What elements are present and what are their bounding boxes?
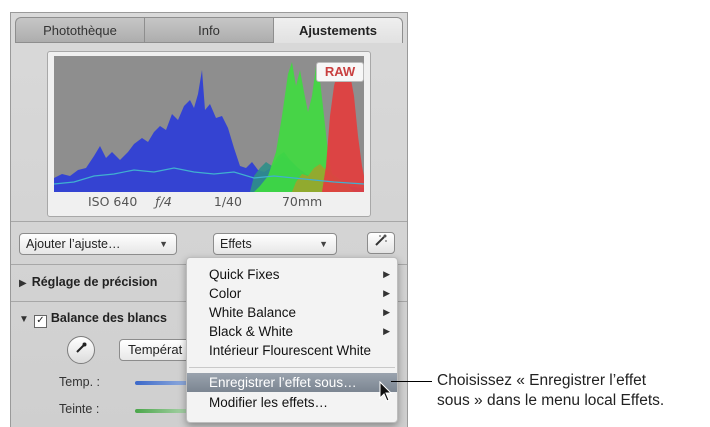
histogram-panel: RAW ISO 640 ƒ/4 1/40 70mm (47, 51, 371, 217)
tab-library[interactable]: Photothèque (15, 17, 144, 43)
menu-item-label: Modifier les effets… (209, 395, 329, 410)
histogram: RAW (54, 56, 364, 192)
menu-item-black-white[interactable]: Black & White ▶ (187, 322, 397, 341)
white-balance-checkbox[interactable]: ✓ (33, 315, 47, 328)
eyedropper-icon (74, 341, 88, 356)
submenu-arrow-icon: ▶ (383, 269, 390, 279)
menu-item-label: Quick Fixes (209, 267, 280, 282)
callout-line (391, 381, 432, 382)
disclosure-down-icon: ▼ (19, 314, 29, 325)
inspector-tabs: Photothèque Info Ajustements (15, 17, 403, 43)
section-white-balance[interactable]: ▼ ✓ Balance des blancs (19, 311, 167, 328)
section-white-balance-label: Balance des blancs (50, 311, 167, 325)
menu-item-label: Intérieur Flourescent White (209, 343, 372, 358)
effects-label: Effets (220, 237, 252, 251)
histogram-red-channel (322, 66, 364, 192)
section-fine-tuning-label: Réglage de précision (31, 275, 158, 289)
divider (11, 221, 407, 222)
menu-item-interior-fluorescent-white[interactable]: Intérieur Flourescent White (187, 341, 397, 360)
menu-item-label: White Balance (209, 305, 297, 320)
effects-popup[interactable]: Effets ▼ (213, 233, 337, 255)
tab-adjustments[interactable]: Ajustements (273, 17, 403, 43)
chevron-down-icon: ▼ (159, 239, 168, 249)
exif-iso: ISO 640 (88, 194, 138, 209)
submenu-arrow-icon: ▶ (383, 307, 390, 317)
disclosure-right-icon: ▶ (19, 278, 27, 289)
exif-shutter: 1/40 (213, 194, 242, 209)
menu-item-label: Black & White (209, 324, 294, 339)
menu-separator (189, 367, 395, 368)
menu-item-label: Color (209, 286, 242, 301)
magic-wand-icon (374, 234, 388, 250)
chevron-down-icon: ▼ (319, 239, 328, 249)
eyedropper-button[interactable] (67, 336, 95, 364)
exif-aperture: ƒ/4 (155, 194, 172, 209)
tab-info[interactable]: Info (144, 17, 273, 43)
menu-item-label: Enregistrer l’effet sous… (209, 375, 357, 390)
submenu-arrow-icon: ▶ (383, 326, 390, 336)
effects-menu: Quick Fixes ▶ Color ▶ White Balance ▶ Black… (186, 257, 398, 423)
menu-item-edit-effects[interactable]: Modifier les effets… (187, 393, 397, 412)
exif-info: ISO 640 ƒ/4 1/40 70mm (54, 194, 364, 214)
callout-line-2: sous » dans le menu local Effets. (437, 392, 665, 409)
add-adjustment-label: Ajouter l’ajuste… (26, 237, 121, 251)
magic-wand-button[interactable] (367, 232, 395, 254)
section-fine-tuning[interactable]: ▶ Réglage de précision (19, 275, 157, 289)
exif-focal-length: 70mm (281, 194, 323, 209)
tint-label: Teinte : (59, 402, 100, 416)
menu-item-quick-fixes[interactable]: Quick Fixes ▶ (187, 265, 397, 284)
add-adjustment-popup[interactable]: Ajouter l’ajuste… ▼ (19, 233, 177, 255)
raw-badge: RAW (316, 62, 364, 82)
menu-item-white-balance[interactable]: White Balance ▶ (187, 303, 397, 322)
callout-text: Choisissez « Enregistrer l’effet sous » … (437, 371, 709, 411)
mouse-cursor-icon (379, 381, 393, 402)
temp-label: Temp. : (59, 375, 100, 389)
callout-line-1: Choisissez « Enregistrer l’effet (437, 372, 647, 389)
menu-item-save-effect-as[interactable]: Enregistrer l’effet sous… (187, 373, 397, 392)
menu-item-color[interactable]: Color ▶ (187, 284, 397, 303)
submenu-arrow-icon: ▶ (383, 288, 390, 298)
